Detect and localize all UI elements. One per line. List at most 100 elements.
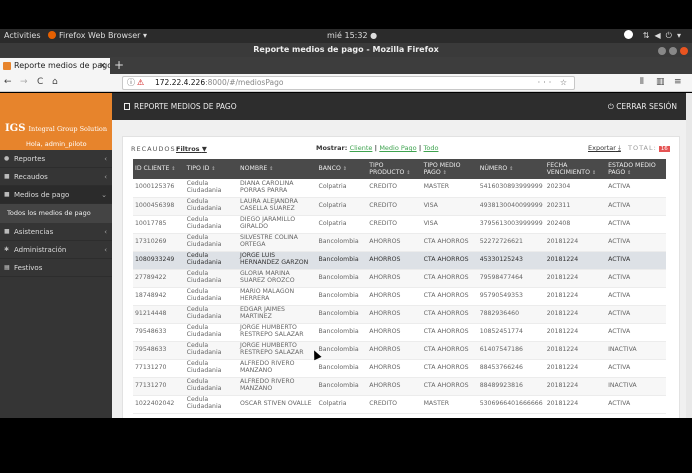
library-icon[interactable]: ⫴	[640, 77, 644, 87]
column-header[interactable]: ID CLIENTE ⇕	[133, 159, 185, 179]
table-cell: Cedula Ciudadania	[184, 395, 239, 414]
back-button[interactable]: ←	[4, 77, 12, 87]
table-cell: Cedula Ciudadania	[184, 197, 239, 216]
table-cell: SILVESTRE COLINA ORTEGA	[238, 233, 317, 252]
table-cell: 202304	[544, 179, 607, 198]
show-todo-link[interactable]: Todo	[424, 144, 439, 152]
system-tray[interactable]: ⇅◀⏻▾	[623, 30, 686, 41]
close-window-button[interactable]	[680, 47, 688, 55]
sidebar-item-asistencias[interactable]: ■ Asistencias ‹	[0, 223, 112, 241]
total-count-badge: 16	[658, 146, 670, 152]
column-header[interactable]: TIPO ID ⇕	[184, 159, 239, 179]
new-tab-button[interactable]: +	[114, 58, 124, 72]
report-toolbar: RECAUDOS: Filtros ▼ Mostrar: Cliente | M…	[123, 137, 681, 159]
reload-button[interactable]: C	[37, 77, 43, 87]
table-cell: CTA AHORROS	[421, 377, 478, 396]
column-header[interactable]: NÚMERO ⇕	[477, 159, 545, 179]
table-cell: Cedula Ciudadania	[184, 269, 239, 288]
table-row[interactable]: 1000125376 Cedula Ciudadania DIANA CAROLIN…	[133, 179, 666, 198]
sidebar-item-festivos[interactable]: ▦ Festivos	[0, 259, 112, 277]
web-page: IGS Integral Group Solution Hola, admin_p…	[0, 93, 686, 418]
table-row[interactable]: 79548633 Cedula Ciudadania JORGE HUMBERTO …	[133, 323, 666, 342]
total-label: TOTAL: 16	[628, 144, 670, 152]
logout-button[interactable]: ⏻ CERRAR SESIÓN	[608, 102, 677, 112]
table-row[interactable]: 27789422 Cedula Ciudadania GLORIA MARINA S…	[133, 269, 666, 288]
brand-area: IGS Integral Group Solution Hola, admin_p…	[0, 93, 112, 150]
open-menu-icon[interactable]: ≡	[674, 77, 682, 87]
show-cliente-link[interactable]: Cliente	[350, 144, 373, 152]
table-cell: 20181224	[544, 251, 607, 270]
table-row[interactable]: 77131270 Cedula Ciudadania ALFREDO RIVERO …	[133, 359, 666, 378]
sidebar-subitem-todos-medios[interactable]: Todos los medios de pago	[0, 204, 112, 223]
network-icon: ⇅	[642, 31, 655, 40]
info-icon[interactable]: ⓘ	[127, 77, 135, 89]
tab-bar: Reporte medios de pago ✕ +	[0, 57, 692, 74]
sidebar-item-medios-de-pago[interactable]: ■ Medios de pago ⌄	[0, 186, 112, 204]
table-cell: ACTIVA	[606, 197, 666, 216]
activities-button[interactable]: Activities	[4, 31, 41, 40]
table-cell: 27789422	[133, 269, 185, 288]
maximize-button[interactable]	[669, 47, 677, 55]
minimize-button[interactable]	[658, 47, 666, 55]
table-cell: CREDITO	[367, 179, 422, 198]
sidebar-item-reportes[interactable]: ● Reportes ‹	[0, 150, 112, 168]
page-scrollbar[interactable]	[686, 93, 692, 418]
table-cell: AHORROS	[367, 251, 422, 270]
table-cell: 1000125376	[133, 179, 185, 198]
table-cell: DIANA CAROLINA PORRAS PARRA	[238, 179, 317, 198]
table-cell: Bancolombia	[316, 377, 368, 396]
sidebar-item-recaudos[interactable]: ■ Recaudos ‹	[0, 168, 112, 186]
table-row[interactable]: 17310269 Cedula Ciudadania SILVESTRE COLIN…	[133, 233, 666, 252]
sidebar-item-administracion[interactable]: ✱ Administración ‹	[0, 241, 112, 259]
show-medio-pago-link[interactable]: Medio Pago	[379, 144, 416, 152]
clock[interactable]: mié 15:32 ●	[327, 31, 377, 40]
table-cell: CREDITO	[367, 395, 422, 414]
export-button[interactable]: Exportar ⤓	[588, 144, 621, 153]
table-row[interactable]: 77131270 Cedula Ciudadania ALFREDO RIVERO …	[133, 377, 666, 396]
table-cell: 20181224	[544, 341, 607, 360]
column-header[interactable]: TIPO PRODUCTO ⇕	[367, 159, 422, 179]
table-row[interactable]: 1000456398 Cedula Ciudadania LAURA ALEJAND…	[133, 197, 666, 216]
app-menu[interactable]: Firefox Web Browser ▾	[48, 31, 147, 40]
column-header[interactable]: FECHA VENCIMIENTO ⇕	[544, 159, 607, 179]
table-cell: JORGE LUIS HERNANDEZ GARZON	[238, 251, 317, 270]
page-actions[interactable]: ··· ☆	[538, 77, 570, 89]
tab-close-button[interactable]: ✕	[99, 61, 106, 70]
tab-reporte[interactable]: Reporte medios de pago ✕	[0, 58, 110, 74]
firefox-icon	[48, 31, 56, 39]
filters-button[interactable]: Filtros ▼	[176, 145, 207, 153]
table-cell: 1000456398	[133, 197, 185, 216]
column-header[interactable]: ESTADO MEDIO PAGO ⇕	[606, 159, 666, 179]
home-button[interactable]: ⌂	[52, 77, 58, 87]
url-bar[interactable]: ⓘ ⚠ 172.22.4.226:8000/#/mediosPago ··· ☆	[122, 76, 575, 90]
column-header[interactable]: NOMBRE ⇕	[238, 159, 317, 179]
table-cell: CTA AHORROS	[421, 251, 478, 270]
table-row[interactable]: 10017785 Cedula Ciudadania DIEGO JARAMILLO…	[133, 215, 666, 234]
table-cell: 202408	[544, 215, 607, 234]
table-cell: ACTIVA	[606, 179, 666, 198]
table-cell: JORGE HUMBERTO RESTREPO SALAZAR	[238, 341, 317, 360]
table-cell: CTA AHORROS	[421, 305, 478, 324]
table-cell: CTA AHORROS	[421, 233, 478, 252]
table-row[interactable]: 18748942 Cedula Ciudadania MARIO MALAGON H…	[133, 287, 666, 306]
table-row[interactable]: 1080933249 Cedula Ciudadania JORGE LUIS HE…	[133, 251, 666, 270]
table-cell: 1080933249	[133, 251, 185, 270]
table-cell: 1022402042	[133, 395, 185, 414]
table-row[interactable]: 1022402042 Cedula Ciudadania OSCAR STIVEN …	[133, 395, 666, 414]
table-cell: 18748942	[133, 287, 185, 306]
insecure-lock-icon[interactable]: ⚠	[137, 77, 144, 89]
forward-button[interactable]: →	[20, 77, 28, 87]
bookmark-icon	[124, 103, 130, 110]
sidebar-toggle-icon[interactable]: ▥	[656, 77, 665, 87]
logo: IGS Integral Group Solution	[5, 123, 108, 134]
table-cell: CTA AHORROS	[421, 269, 478, 288]
table-cell: GLORIA MARINA SUAREZ OROZCO	[238, 269, 317, 288]
table-cell: CREDITO	[367, 215, 422, 234]
table-row[interactable]: 79548633 Cedula Ciudadania JORGE HUMBERTO …	[133, 341, 666, 360]
table-cell: ALFREDO RIVERO MANZANO	[238, 359, 317, 378]
column-header[interactable]: BANCO ⇕	[316, 159, 368, 179]
column-header[interactable]: TIPO MEDIO PAGO ⇕	[421, 159, 478, 179]
table-cell: Cedula Ciudadania	[184, 287, 239, 306]
table-row[interactable]: 91214448 Cedula Ciudadania EDGAR JAIMES MA…	[133, 305, 666, 324]
table-cell: Cedula Ciudadania	[184, 251, 239, 270]
